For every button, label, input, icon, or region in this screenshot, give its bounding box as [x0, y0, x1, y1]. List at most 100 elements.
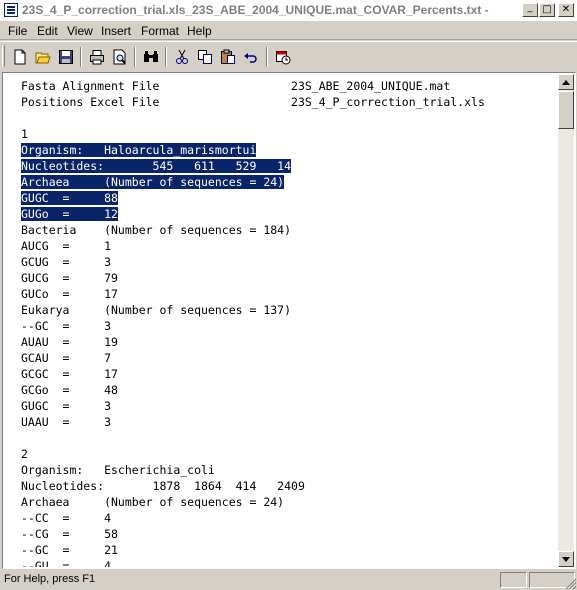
- copy-button[interactable]: [194, 46, 216, 68]
- document-line[interactable]: GUGo = 12: [21, 206, 485, 222]
- insert-date-time-icon: [276, 51, 291, 65]
- document-line[interactable]: --GC = 21: [21, 542, 485, 558]
- document-line[interactable]: 2: [21, 446, 485, 462]
- document-line[interactable]: GCUG = 3: [21, 254, 485, 270]
- line-text: Archaea (Number of sequences = 24): [21, 495, 285, 509]
- document-line[interactable]: GCGC = 17: [21, 366, 485, 382]
- toolbar-separator: [266, 47, 268, 67]
- document-line[interactable]: 1: [21, 126, 485, 142]
- document-line[interactable]: GCAU = 7: [21, 350, 485, 366]
- document-line[interactable]: --CC = 4: [21, 510, 485, 526]
- scroll-thumb[interactable]: [558, 91, 574, 129]
- title-bar[interactable]: 23S_4_P_correction_trial.xls_23S_ABE_200…: [0, 0, 577, 22]
- close-icon: ✕: [561, 4, 571, 15]
- line-text: Positions Excel File 23S_4_P_correction_…: [21, 95, 485, 109]
- document-line[interactable]: AUAU = 19: [21, 334, 485, 350]
- document-line[interactable]: Archaea (Number of sequences = 24): [21, 494, 485, 510]
- scroll-up-button[interactable]: [558, 74, 574, 90]
- document-line[interactable]: Nucleotides: 1878 1864 414 2409: [21, 478, 485, 494]
- close-button[interactable]: ✕: [558, 3, 574, 17]
- status-panel: [500, 572, 527, 588]
- document-line[interactable]: GUGC = 3: [21, 398, 485, 414]
- insert-date-time-button[interactable]: [272, 46, 294, 68]
- new-button[interactable]: [9, 46, 31, 68]
- window-title: 23S_4_P_correction_trial.xls_23S_ABE_200…: [22, 3, 492, 17]
- document-line[interactable]: [21, 110, 485, 126]
- selected-text[interactable]: Archaea (Number of sequences = 24): [21, 175, 285, 189]
- document-text[interactable]: Fasta Alignment File 23S_ABE_2004_UNIQUE…: [21, 78, 485, 567]
- line-text: GCUG = 3: [21, 255, 112, 269]
- toolbar: [0, 41, 577, 71]
- menu-bar: File Edit View Insert Format Help: [0, 22, 577, 40]
- selected-text[interactable]: GUGC = 88: [21, 191, 118, 205]
- paste-icon: [221, 49, 235, 64]
- print-preview-button[interactable]: [109, 46, 131, 68]
- find-button[interactable]: [140, 46, 162, 68]
- paste-button[interactable]: [217, 46, 239, 68]
- document-line[interactable]: GCGo = 48: [21, 382, 485, 398]
- menu-edit[interactable]: Edit: [37, 24, 58, 38]
- selected-text[interactable]: GUGo = 12: [21, 207, 118, 221]
- document-frame: Fasta Alignment File 23S_ABE_2004_UNIQUE…: [2, 72, 576, 569]
- document-line[interactable]: [21, 430, 485, 446]
- line-text: GCGo = 48: [21, 383, 118, 397]
- open-folder-icon: [35, 52, 51, 64]
- line-text: Eukarya (Number of sequences = 137): [21, 303, 292, 317]
- document-line[interactable]: Archaea (Number of sequences = 24): [21, 174, 485, 190]
- save-button[interactable]: [55, 46, 77, 68]
- scroll-up-arrow-icon: [562, 79, 570, 85]
- document-line[interactable]: --CG = 58: [21, 526, 485, 542]
- document-line[interactable]: --GC = 3: [21, 318, 485, 334]
- toolbar-separator: [165, 47, 167, 67]
- document-line[interactable]: Eukarya (Number of sequences = 137): [21, 302, 485, 318]
- resize-grip[interactable]: [564, 577, 576, 589]
- copy-icon: [198, 50, 212, 64]
- menu-help[interactable]: Help: [187, 24, 212, 38]
- document-line[interactable]: Positions Excel File 23S_4_P_correction_…: [21, 94, 485, 110]
- line-text: --GC = 21: [21, 543, 118, 557]
- document-line[interactable]: Bacteria (Number of sequences = 184): [21, 222, 485, 238]
- vertical-scrollbar[interactable]: [558, 74, 574, 567]
- line-text: GUCG = 79: [21, 271, 118, 285]
- line-text: Bacteria (Number of sequences = 184): [21, 223, 292, 237]
- document-line[interactable]: GUCG = 79: [21, 270, 485, 286]
- maximize-button[interactable]: □: [539, 3, 555, 17]
- selected-text[interactable]: Nucleotides: 545 611 529 14: [21, 159, 292, 173]
- document-editor[interactable]: Fasta Alignment File 23S_ABE_2004_UNIQUE…: [4, 74, 556, 567]
- menu-insert[interactable]: Insert: [101, 24, 131, 38]
- minimize-button[interactable]: _: [522, 3, 538, 17]
- line-text: --CG = 58: [21, 527, 118, 541]
- menu-file[interactable]: File: [8, 24, 27, 38]
- document-line[interactable]: --GU = 4: [21, 558, 485, 567]
- toolbar-grip[interactable]: [2, 45, 5, 67]
- line-text: AUCG = 1: [21, 239, 112, 253]
- line-text: 2: [21, 447, 28, 461]
- scroll-down-arrow-icon: [562, 556, 570, 562]
- document-line[interactable]: Fasta Alignment File 23S_ABE_2004_UNIQUE…: [21, 78, 485, 94]
- line-text: Organism: Escherichia_coli: [21, 463, 215, 477]
- document-line[interactable]: GUCo = 17: [21, 286, 485, 302]
- line-text: --CC = 4: [21, 511, 112, 525]
- selected-text[interactable]: Organism: Haloarcula_marismortui: [21, 143, 257, 157]
- cut-button[interactable]: [171, 46, 193, 68]
- document-line[interactable]: AUCG = 1: [21, 238, 485, 254]
- line-text: 1: [21, 127, 28, 141]
- toolbar-separator: [80, 47, 82, 67]
- undo-button[interactable]: [240, 46, 262, 68]
- scroll-down-button[interactable]: [558, 551, 574, 567]
- document-line[interactable]: UAAU = 3: [21, 414, 485, 430]
- document-line[interactable]: Organism: Escherichia_coli: [21, 462, 485, 478]
- cut-icon: [176, 49, 188, 64]
- open-button[interactable]: [32, 46, 54, 68]
- document-line[interactable]: Organism: Haloarcula_marismortui: [21, 142, 485, 158]
- line-text: GUGC = 3: [21, 399, 112, 413]
- menu-view[interactable]: View: [67, 24, 93, 38]
- save-icon: [59, 50, 73, 64]
- document-line[interactable]: Nucleotides: 545 611 529 14: [21, 158, 485, 174]
- maximize-icon: □: [542, 4, 552, 15]
- document-line[interactable]: GUGC = 88: [21, 190, 485, 206]
- menu-format[interactable]: Format: [141, 24, 179, 38]
- print-button[interactable]: [86, 46, 108, 68]
- line-text: GCGC = 17: [21, 367, 118, 381]
- wordpad-app-icon[interactable]: [4, 3, 18, 17]
